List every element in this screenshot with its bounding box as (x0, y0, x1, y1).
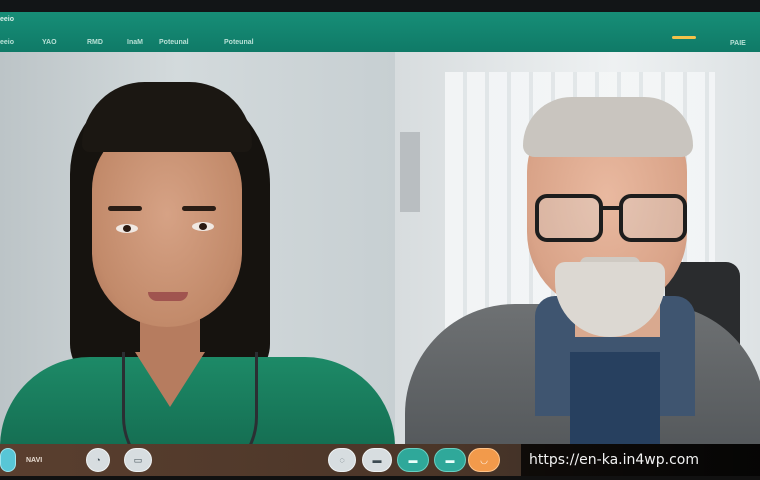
clinician-right-brow (182, 206, 216, 211)
control-label: NAVI (26, 457, 43, 464)
nav-item-inam[interactable]: InaM (127, 39, 143, 46)
watermark-strip: https://en-ka.in4wp.com (521, 444, 760, 476)
glasses-bridge (599, 206, 621, 210)
camera-icon[interactable]: ▭ (124, 448, 152, 472)
end-call-icon[interactable]: ◡ (468, 448, 500, 472)
share-icon[interactable]: ▬ (362, 448, 392, 472)
wall-frame (400, 132, 420, 212)
top-app-bar: eeio eeio YAO RMD InaM Poteunal Poteunal… (0, 12, 760, 52)
patient-glasses (535, 194, 687, 242)
people-icon[interactable]: ▬ (397, 448, 429, 472)
nav-item-yao[interactable]: YAO (42, 39, 57, 46)
nav-item-poteunal-2[interactable]: Poteunal (224, 39, 254, 46)
gear-icon[interactable]: ▬ (434, 448, 466, 472)
glasses-left-lens (535, 194, 603, 242)
watermark-url: https://en-ka.in4wp.com (529, 452, 699, 468)
nav-item-1[interactable]: eeio (0, 39, 14, 46)
clinician-left-eye (116, 224, 138, 233)
nav-item-right[interactable]: PAIE (730, 40, 746, 47)
video-feed-clinician[interactable] (0, 52, 395, 444)
clinician-mouth (148, 292, 188, 301)
dot-icon[interactable] (0, 448, 16, 472)
chat-icon[interactable]: ◌ (328, 448, 356, 472)
glasses-right-lens (619, 194, 687, 242)
clinician-right-eye (192, 222, 214, 231)
mic-icon[interactable]: ◔ (86, 448, 110, 472)
patient-hair (523, 97, 693, 157)
patient-shirt (570, 352, 660, 444)
monitor-bezel-bottom (0, 476, 760, 480)
nav-item-rmd[interactable]: RMD (87, 39, 103, 46)
app-title: eeio (0, 16, 15, 23)
monitor-bezel-top (0, 0, 760, 12)
nav-item-poteunal[interactable]: Poteunal (159, 39, 189, 46)
video-feed-patient[interactable] (395, 52, 760, 444)
clinician-left-brow (108, 206, 142, 211)
stethoscope (122, 352, 258, 444)
status-indicator (672, 36, 696, 39)
telehealth-screen: eeio eeio YAO RMD InaM Poteunal Poteunal… (0, 0, 760, 480)
